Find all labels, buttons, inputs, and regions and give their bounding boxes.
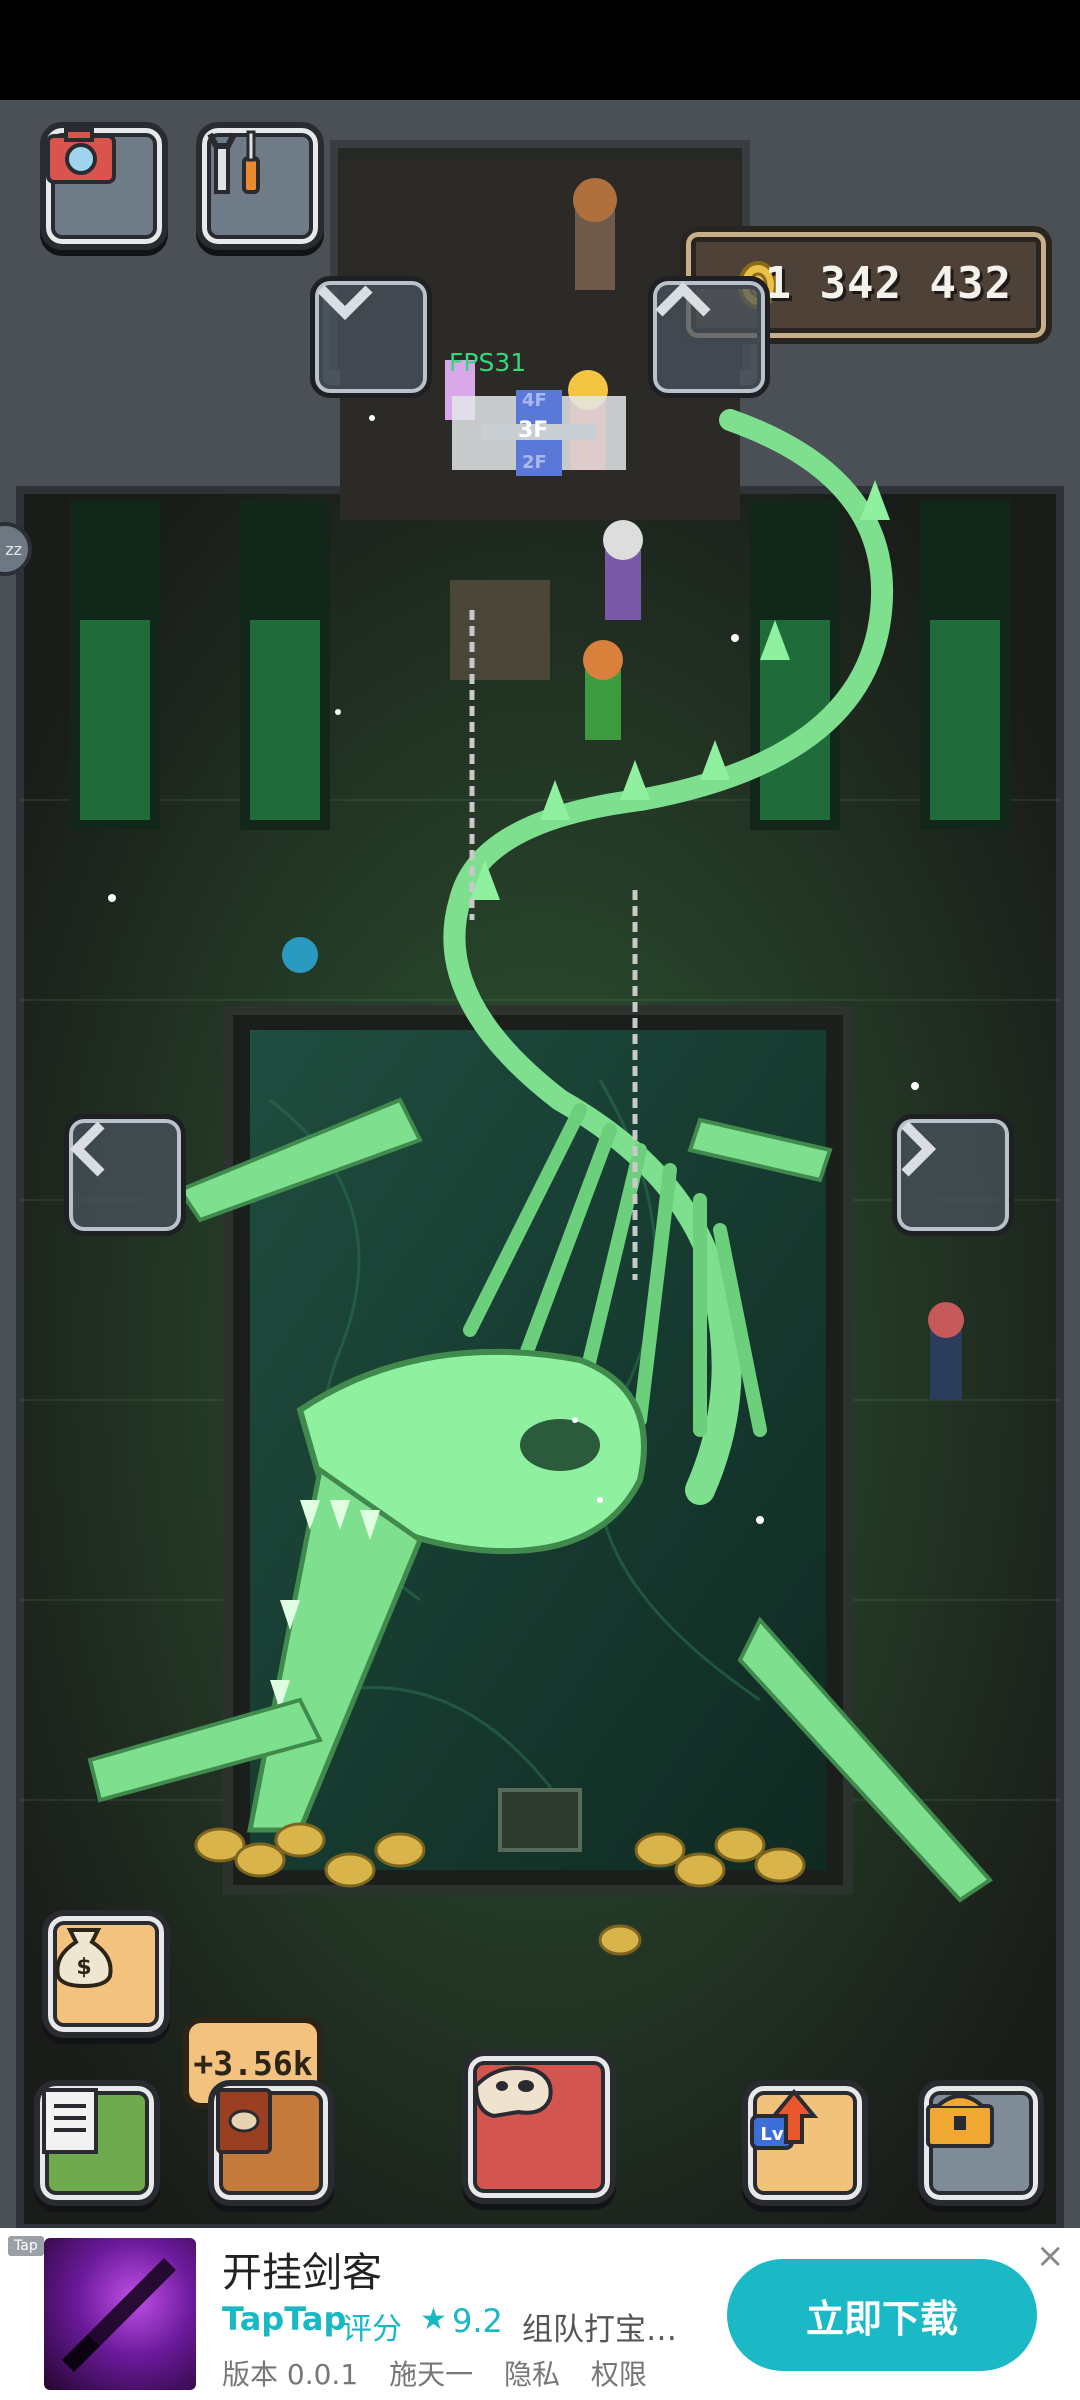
camera-button[interactable] [40, 122, 168, 250]
ad-meta: 版本 0.0.1 施天一 隐私 权限 [222, 2353, 669, 2393]
shop-button[interactable] [918, 2080, 1044, 2206]
collect-income-button[interactable]: $ [42, 1910, 170, 2038]
ad-title[interactable]: 开挂剑客 [222, 2240, 382, 2298]
ad-developer: 施天一 [389, 2358, 474, 2391]
ad-banner[interactable]: Tap 开挂剑客 TapTap 评分 ★ 9.2 组队打宝… 版本 0.0.1 … [0, 2228, 1080, 2400]
collection-book-button[interactable] [208, 2080, 334, 2206]
fossil-book-icon [216, 2088, 272, 2154]
ad-thumbnail[interactable] [44, 2238, 196, 2390]
next-room-button[interactable] [892, 1114, 1014, 1236]
notepad-icon [42, 2088, 98, 2154]
camera-icon [46, 128, 116, 184]
treasure-chest-icon [926, 2094, 994, 2148]
museum-scene[interactable]: 1 342 432 FPS31 4F 3F 2F zz $ +3.56k Lv [0, 100, 1080, 2228]
level-up-arrow-icon: Lv [750, 2088, 819, 2150]
ad-description: 组队打宝… [522, 2312, 677, 2348]
status-bar [0, 0, 1080, 100]
ad-tag: Tap [8, 2236, 44, 2256]
floor-selector: 4F 3F 2F [452, 390, 626, 476]
upgrade-button[interactable]: Lv [742, 2080, 868, 2206]
svg-text:Lv: Lv [760, 2124, 783, 2145]
star-icon: ★ [420, 2302, 447, 2337]
settings-button[interactable] [196, 122, 324, 250]
fossil-excavation-button[interactable] [462, 2050, 616, 2204]
floor-label-2f[interactable]: 2F [522, 452, 547, 473]
chevron-up-icon [655, 281, 711, 317]
ad-version: 版本 0.0.1 [222, 2358, 359, 2391]
ad-score: 9.2 [452, 2302, 503, 2340]
chevron-right-icon [901, 1121, 937, 1177]
coin-count: 1 342 432 [764, 258, 1012, 309]
ad-privacy-link[interactable]: 隐私 [504, 2358, 560, 2391]
fps-counter: FPS31 [449, 348, 527, 377]
floor-label-3f[interactable]: 3F [518, 418, 548, 443]
floor-up-button[interactable] [648, 276, 770, 398]
close-icon[interactable]: × [1036, 2236, 1065, 2276]
quests-button[interactable] [34, 2080, 160, 2206]
floor-down-button[interactable] [310, 276, 432, 398]
chevron-left-icon [69, 1121, 105, 1177]
chevron-down-icon [317, 285, 373, 321]
wrench-screwdriver-icon [207, 130, 260, 194]
ad-brand: TapTap [222, 2300, 347, 2338]
sword-icon [62, 2258, 176, 2372]
svg-text:$: $ [76, 1955, 91, 1980]
money-bag-icon: $ [55, 1928, 113, 1988]
floor-label-4f[interactable]: 4F [522, 390, 547, 411]
dinosaur-skull-icon [473, 2066, 553, 2119]
ad-permissions-link[interactable]: 权限 [591, 2358, 647, 2391]
ad-rating-label: 评分 [342, 2312, 402, 2347]
previous-room-button[interactable] [64, 1114, 186, 1236]
download-button[interactable]: 立即下载 [727, 2259, 1037, 2371]
